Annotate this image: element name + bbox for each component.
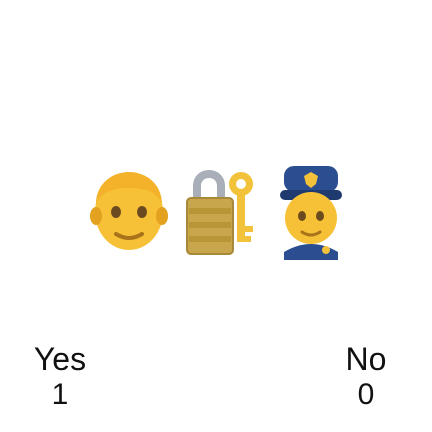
- answer-no[interactable]: No 0: [336, 342, 396, 412]
- police-officer-icon: [270, 160, 352, 260]
- locked-with-key-icon: [179, 160, 261, 260]
- answer-no-label: No: [345, 341, 387, 377]
- answer-yes[interactable]: Yes 1: [30, 342, 90, 412]
- answer-yes-value: 1: [51, 378, 69, 411]
- answer-no-value: 0: [357, 378, 375, 411]
- answer-yes-label: Yes: [33, 341, 87, 377]
- emoji-row: [88, 160, 352, 260]
- man-face-icon: [88, 160, 170, 260]
